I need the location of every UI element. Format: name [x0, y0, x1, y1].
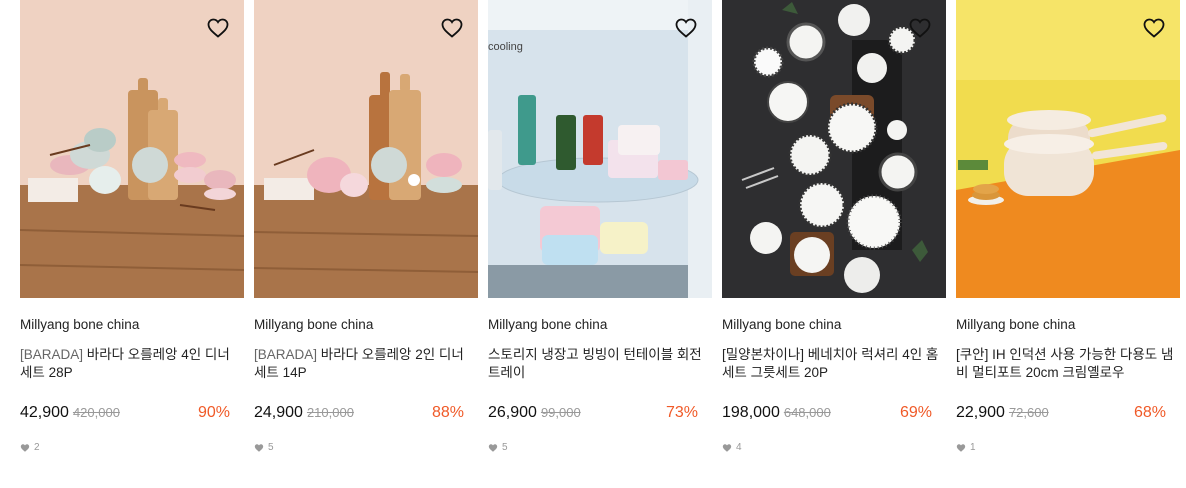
- brand-name[interactable]: Millyang bone china: [956, 317, 1075, 332]
- heart-filled-icon: [20, 443, 30, 452]
- product-title[interactable]: [BARADA] 바라다 오를레앙 4인 디너세트 28P: [20, 346, 238, 382]
- discount-rate: 73%: [665, 404, 698, 421]
- like-count: 1: [956, 442, 976, 453]
- product-image[interactable]: [20, 0, 244, 298]
- dinnerware-photo: [722, 0, 946, 298]
- price-row: 198,000 648,000 69%: [722, 404, 946, 424]
- original-price: 648,000: [783, 405, 831, 420]
- like-count-value: 5: [268, 442, 274, 453]
- like-count: 5: [254, 442, 274, 453]
- wishlist-heart-icon[interactable]: [206, 16, 230, 40]
- heart-filled-icon: [254, 443, 264, 452]
- sale-price: 22,900: [956, 404, 1005, 421]
- pot-photo: [956, 0, 1180, 298]
- like-count-value: 2: [34, 442, 40, 453]
- sale-price: 24,900: [254, 404, 303, 421]
- wishlist-heart-icon[interactable]: [440, 16, 464, 40]
- sale-price: 26,900: [488, 404, 537, 421]
- price-row: 26,900 99,000 73%: [488, 404, 712, 424]
- sale-price: 42,900: [20, 404, 69, 421]
- heart-filled-icon: [488, 443, 498, 452]
- product-image[interactable]: [956, 0, 1180, 298]
- price-row: 42,900 420,000 90%: [20, 404, 244, 424]
- original-price: 420,000: [72, 405, 120, 420]
- product-card[interactable]: Millyang bone china [밀양본차이나] 베네치아 럭셔리 4인…: [722, 0, 946, 453]
- wishlist-heart-icon[interactable]: [674, 16, 698, 40]
- wishlist-heart-icon[interactable]: [908, 16, 932, 40]
- brand-name[interactable]: Millyang bone china: [488, 317, 607, 332]
- product-title[interactable]: [BARADA] 바라다 오를레앙 2인 디너세트 14P: [254, 346, 472, 382]
- sale-price: 198,000: [722, 404, 780, 421]
- price-row: 22,900 72,600 68%: [956, 404, 1180, 424]
- original-price: 210,000: [306, 405, 354, 420]
- heart-filled-icon: [722, 443, 732, 452]
- product-title[interactable]: [쿠안] IH 인덕션 사용 가능한 다용도 냄비 멀티포트 20cm 크림옐로…: [956, 346, 1174, 382]
- price-row: 24,900 210,000 88%: [254, 404, 478, 424]
- discount-rate: 69%: [899, 404, 932, 421]
- like-count: 4: [722, 442, 742, 453]
- product-card[interactable]: Millyang bone china [쿠안] IH 인덕션 사용 가능한 다…: [956, 0, 1180, 453]
- product-card[interactable]: Millyang bone china [BARADA] 바라다 오를레앙 2인…: [254, 0, 478, 453]
- discount-rate: 90%: [197, 404, 230, 421]
- like-count-value: 5: [502, 442, 508, 453]
- tableware-photo: [20, 0, 244, 298]
- title-text: [쿠안] IH 인덕션 사용 가능한 다용도 냄비 멀티포트 20cm 크림옐로…: [956, 347, 1174, 380]
- title-text: 스토리지 냉장고 빙빙이 턴테이블 회전트레이: [488, 347, 702, 380]
- product-image[interactable]: [722, 0, 946, 298]
- brand-name[interactable]: Millyang bone china: [20, 317, 139, 332]
- title-text: [밀양본차이나] 베네치아 럭셔리 4인 홈세트 그릇세트 20P: [722, 347, 939, 380]
- like-count-value: 4: [736, 442, 742, 453]
- discount-rate: 68%: [1133, 404, 1166, 421]
- product-image[interactable]: cooling: [488, 0, 712, 298]
- product-card[interactable]: Millyang bone china [BARADA] 바라다 오를레앙 4인…: [20, 0, 244, 453]
- brand-name[interactable]: Millyang bone china: [254, 317, 373, 332]
- original-price: 99,000: [540, 405, 581, 420]
- like-count-value: 1: [970, 442, 976, 453]
- wishlist-heart-icon[interactable]: [1142, 16, 1166, 40]
- like-count: 5: [488, 442, 508, 453]
- brand-name[interactable]: Millyang bone china: [722, 317, 841, 332]
- original-price: 72,600: [1008, 405, 1049, 420]
- product-title[interactable]: [밀양본차이나] 베네치아 럭셔리 4인 홈세트 그릇세트 20P: [722, 346, 940, 382]
- title-tag: [BARADA]: [20, 347, 84, 362]
- product-image[interactable]: [254, 0, 478, 298]
- like-count: 2: [20, 442, 40, 453]
- heart-filled-icon: [956, 443, 966, 452]
- image-text: cooling: [488, 41, 523, 53]
- product-grid: Millyang bone china [BARADA] 바라다 오를레앙 4인…: [0, 0, 1186, 488]
- tableware-photo: [254, 0, 478, 298]
- discount-rate: 88%: [431, 404, 464, 421]
- product-title[interactable]: 스토리지 냉장고 빙빙이 턴테이블 회전트레이: [488, 346, 706, 382]
- title-tag: [BARADA]: [254, 347, 318, 362]
- product-card[interactable]: cooling Millyang bone china 스토리지 냉장고 빙빙이…: [488, 0, 712, 453]
